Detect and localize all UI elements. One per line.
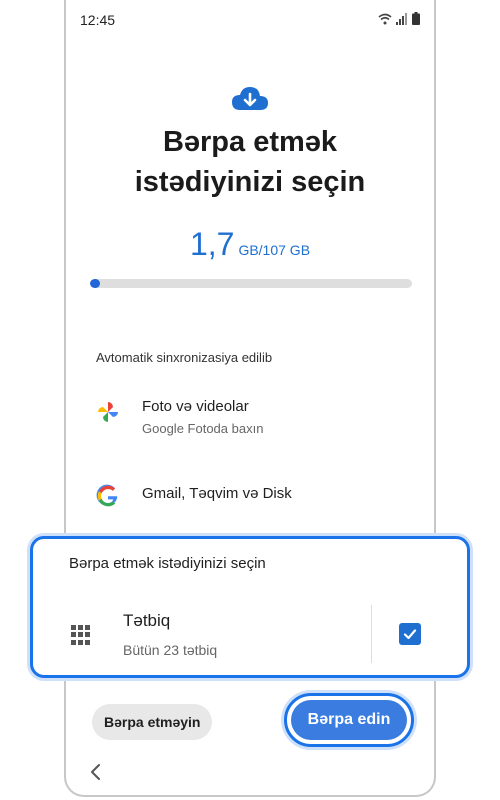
back-icon[interactable] — [88, 762, 104, 782]
sync-section-label: Avtomatik sinxronizasiya edilib — [96, 350, 273, 365]
wifi-icon — [378, 13, 392, 24]
storage-unit-total: GB/107 GB — [238, 242, 311, 258]
check-icon — [403, 629, 417, 640]
divider — [371, 605, 372, 663]
battery-icon — [412, 12, 420, 25]
sync-item-photos-title: Foto və videolar — [142, 398, 249, 415]
google-icon — [96, 484, 118, 507]
apps-checkbox[interactable] — [399, 623, 421, 645]
restore-button[interactable]: Bərpa edin — [291, 700, 407, 740]
storage-usage: 1,7 GB/107 GB — [64, 226, 436, 263]
app-item-name[interactable]: Tətbiq — [123, 611, 170, 631]
status-icons — [378, 12, 420, 25]
status-time: 12:45 — [80, 12, 116, 28]
storage-progress-bar — [90, 279, 412, 288]
sync-item-photos-subtitle: Google Fotoda baxın — [142, 421, 264, 436]
storage-progress-fill — [90, 279, 100, 288]
app-item-count: Bütün 23 tətbiq — [123, 642, 218, 658]
storage-used: 1,7 — [189, 226, 235, 262]
sync-item-google-title: Gmail, Təqvim və Disk — [142, 485, 292, 502]
restore-button-highlight: Bərpa edin — [284, 693, 414, 747]
cloud-download-icon — [232, 87, 268, 110]
page-title: Bərpa etmək istədiyinizi seçin — [64, 122, 436, 202]
apps-grid-icon — [71, 625, 91, 645]
sync-item-google: Gmail, Təqvim və Disk — [96, 482, 292, 508]
restore-selection-panel: Bərpa etmək istədiyinizi seçin Tətbiq Bü… — [30, 536, 470, 678]
signal-icon — [396, 12, 407, 25]
restore-panel-title: Bərpa etmək istədiyinizi seçin — [69, 555, 266, 572]
sync-item-photos: Foto və videolar Google Fotoda baxın — [96, 398, 263, 436]
page-title-line2: istədiyinizi seçin — [134, 166, 366, 198]
google-photos-icon — [98, 402, 118, 422]
page-title-line1: Bərpa etmək — [162, 126, 338, 158]
skip-restore-button[interactable]: Bərpa etməyin — [92, 704, 213, 740]
